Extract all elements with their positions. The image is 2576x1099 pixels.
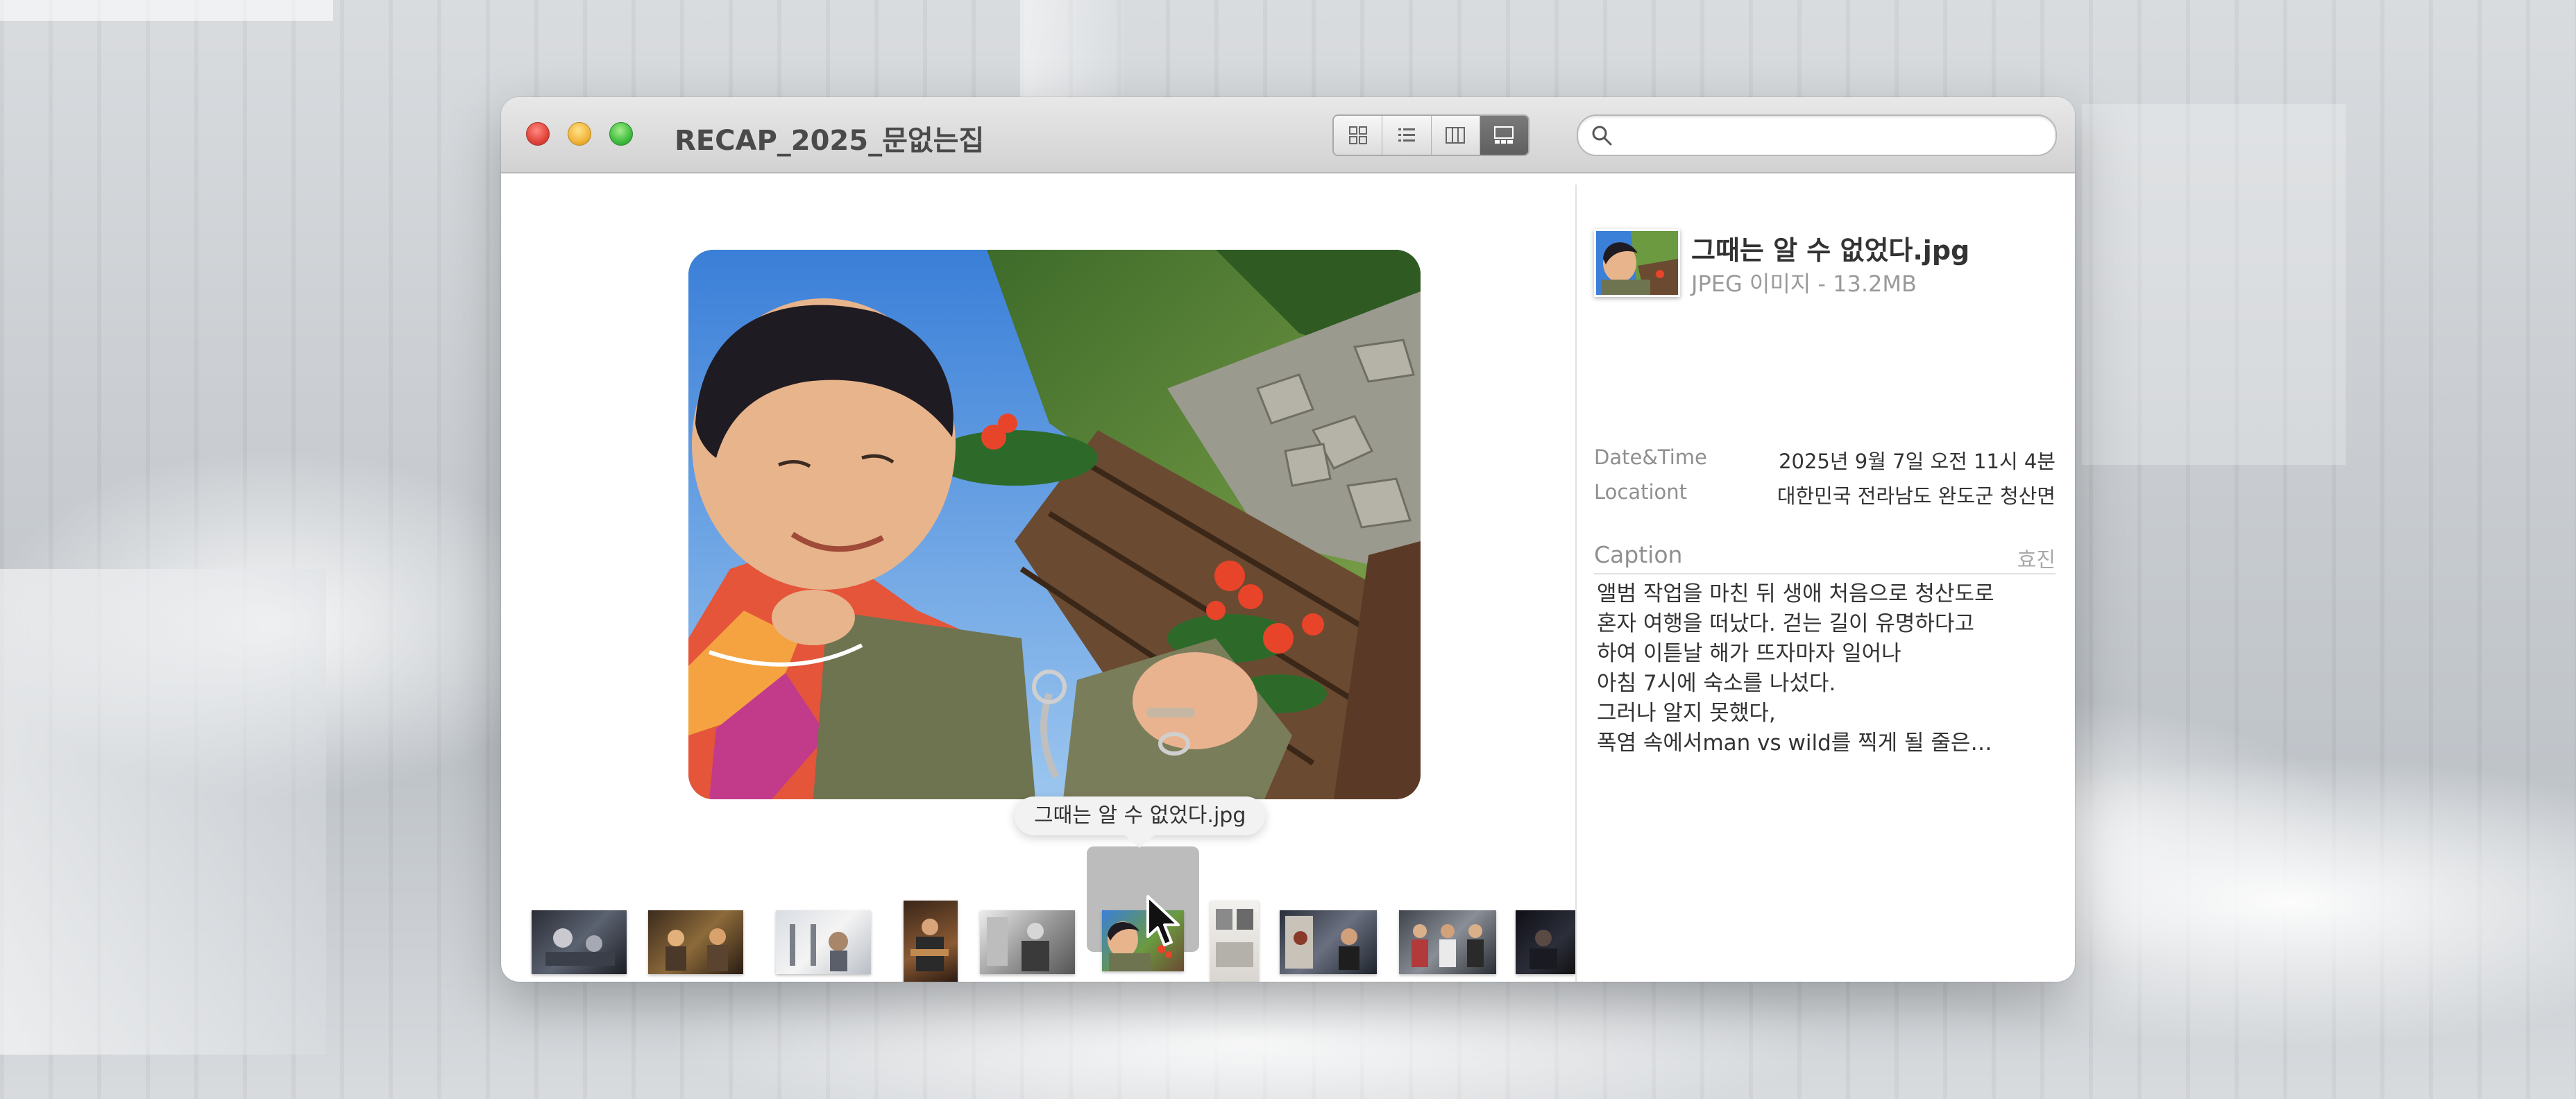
meta-location-row: Locationt 대한민국 전라남도 완도군 청산면: [1594, 480, 2056, 511]
selfie-photo: [688, 250, 1421, 799]
pane-divider[interactable]: [1575, 185, 1577, 982]
thumbnail-image: [1530, 930, 1557, 969]
thumbnail-4[interactable]: [904, 901, 958, 982]
thumbnail-image: [1285, 916, 1359, 970]
minimize-button[interactable]: [568, 122, 591, 146]
thumbnail-image: [987, 917, 1049, 971]
list-icon: [1398, 128, 1415, 142]
thumbnail-2[interactable]: [648, 910, 743, 974]
search-icon: [1592, 126, 1612, 146]
caption-line: 아침 7시에 숙소를 나섰다.: [1597, 671, 1836, 696]
close-button[interactable]: [526, 122, 550, 146]
background-decor: [2082, 104, 2346, 465]
thumbnail-image: [910, 919, 949, 971]
caption-line: 그러나 알지 못했다,: [1597, 701, 1776, 726]
file-name: 그때는 알 수 없었다.jpg: [1691, 235, 1970, 266]
grid-icon: [1348, 126, 1367, 144]
background-decor: [0, 569, 326, 1055]
thumbnail-7[interactable]: [1210, 901, 1259, 982]
thumbnail-5[interactable]: [980, 910, 1075, 974]
tooltip-arrow: [1121, 833, 1158, 848]
caption-line: 앨범 작업을 마친 뒤 생애 처음으로 청산도로: [1597, 581, 1994, 606]
background-decor: [1020, 0, 1124, 104]
thumbnail-8[interactable]: [1280, 910, 1377, 974]
thumbnail-image: [790, 924, 848, 971]
file-thumbnail: [1594, 229, 1680, 297]
search-input[interactable]: [1620, 120, 2039, 149]
thumbnail-3[interactable]: [776, 910, 871, 974]
file-thumbnail-image: [1596, 231, 1678, 295]
caption-line: 폭염 속에서man vs wild를 찍게 될 줄은…: [1597, 731, 1992, 756]
thumbnail-image: [1216, 909, 1253, 967]
title-bar[interactable]: RECAP_2025_문없는집: [501, 97, 2075, 173]
photo-preview[interactable]: [688, 250, 1421, 799]
caption-text[interactable]: 앨범 작업을 마친 뒤 생애 처음으로 청산도로 혼자 여행을 떠났다. 걷는 …: [1597, 579, 2048, 758]
caption-label: Caption: [1594, 541, 1683, 568]
thumbnail-1[interactable]: [532, 910, 627, 974]
gallery-icon: [1494, 126, 1514, 144]
caption-line: 혼자 여행을 떠났다. 걷는 길이 유명하다고: [1597, 611, 1974, 636]
search-field[interactable]: [1577, 114, 2057, 156]
icon-view-button[interactable]: [1334, 116, 1383, 155]
gallery-view-button[interactable]: [1480, 116, 1528, 155]
window-title: RECAP_2025_문없는집: [675, 125, 985, 157]
finder-window: RECAP_2025_문없는집 그때는 알 수 없었다.jpg 그때는 알 수 …: [501, 97, 2075, 982]
column-view-button[interactable]: [1432, 116, 1480, 155]
columns-icon: [1446, 127, 1466, 144]
caption-line: 하여 이튿날 해가 뜨자마자 일어나: [1597, 641, 1901, 666]
date-value: 2025년 9월 7일 오전 11시 4분: [1779, 450, 2056, 473]
thumbnail-image: [666, 928, 728, 971]
caption-header: Caption 효진: [1594, 541, 2056, 574]
thumbnail-image: [545, 928, 615, 966]
location-value: 대한민국 전라남도 완도군 청산면: [1777, 484, 2056, 508]
caption-author: 효진: [2017, 548, 2056, 572]
background-decor: [0, 0, 333, 21]
meta-date-row: Date&Time 2025년 9월 7일 오전 11시 4분: [1594, 445, 2056, 476]
mouse-cursor-icon: [1146, 895, 1180, 946]
thumbnail-9[interactable]: [1399, 910, 1496, 974]
file-type: JPEG 이미지 - 13.2MB: [1691, 271, 1917, 297]
view-mode-control: [1332, 114, 1530, 156]
date-label: Date&Time: [1594, 445, 1707, 469]
thumbnail-image: [1412, 924, 1484, 967]
thumbnail-10[interactable]: [1516, 910, 1575, 974]
list-view-button[interactable]: [1382, 116, 1432, 155]
zoom-button[interactable]: [609, 122, 633, 146]
location-label: Locationt: [1594, 480, 1688, 504]
filename-tooltip: 그때는 알 수 없었다.jpg: [1015, 796, 1266, 835]
